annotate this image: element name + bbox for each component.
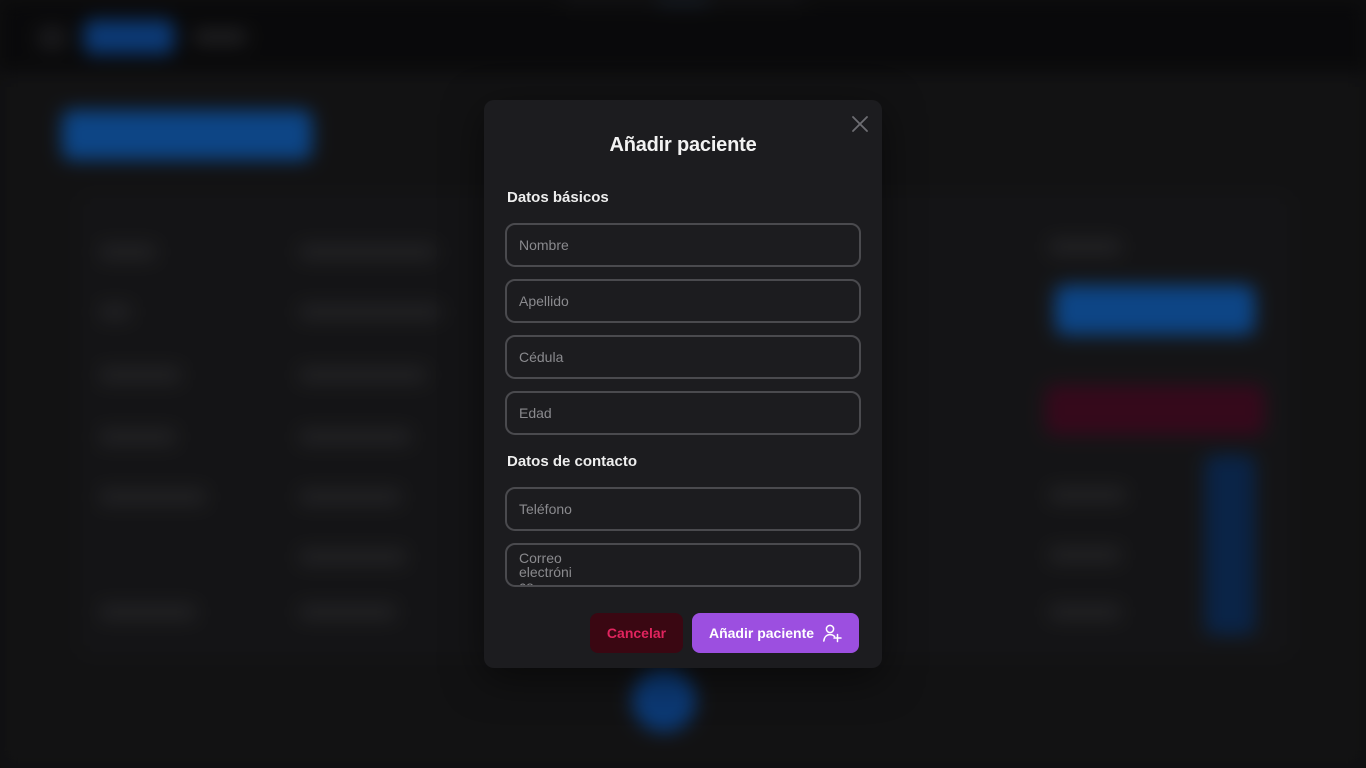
close-icon: [852, 116, 868, 132]
section-title-basic: Datos básicos: [507, 189, 609, 206]
close-button[interactable]: [848, 112, 872, 136]
email-field[interactable]: [505, 543, 861, 587]
add-patient-modal: Añadir paciente Datos básicos Datos de c…: [484, 100, 882, 668]
add-patient-button[interactable]: Añadir paciente: [692, 613, 859, 653]
first-name-field[interactable]: [505, 223, 861, 267]
user-plus-icon: [823, 624, 842, 643]
phone-input[interactable]: [507, 489, 859, 529]
age-input[interactable]: [507, 393, 859, 433]
first-name-input[interactable]: [507, 225, 859, 265]
cancel-button[interactable]: Cancelar: [590, 613, 683, 653]
id-number-input[interactable]: [507, 337, 859, 377]
section-title-contact: Datos de contacto: [507, 453, 638, 470]
add-patient-button-label: Añadir paciente: [708, 625, 815, 641]
last-name-input[interactable]: [507, 281, 859, 321]
email-input[interactable]: [507, 545, 587, 585]
modal-title: Añadir paciente: [609, 134, 757, 156]
age-field[interactable]: [505, 391, 861, 435]
id-number-field[interactable]: [505, 335, 861, 379]
last-name-field[interactable]: [505, 279, 861, 323]
phone-field[interactable]: [505, 487, 861, 531]
